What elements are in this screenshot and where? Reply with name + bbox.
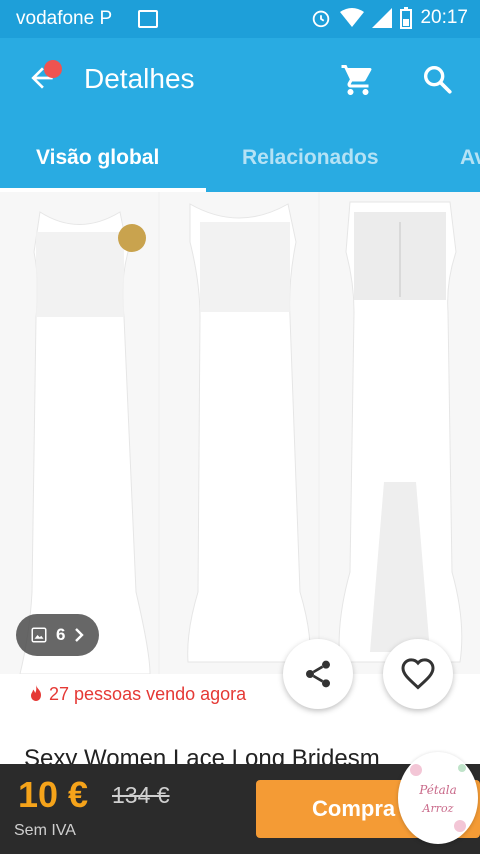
fire-icon <box>31 685 41 701</box>
image-count: 6 <box>56 625 66 644</box>
favorite-button[interactable] <box>383 639 453 709</box>
search-icon <box>423 65 452 94</box>
cart-button[interactable] <box>340 62 380 102</box>
battery-icon <box>400 7 413 29</box>
buy-button-label: Compra <box>312 796 396 821</box>
heart-outline-icon <box>401 658 435 690</box>
product-photo-back <box>320 192 480 674</box>
watermark-logo: Pétala Arroz <box>398 752 478 844</box>
clock: 20:17 <box>420 7 468 28</box>
alarm-icon <box>313 10 330 28</box>
product-photo-front <box>0 192 158 674</box>
status-icons: 20:17 <box>310 7 468 29</box>
product-image-gallery[interactable]: 6 <box>0 192 480 674</box>
image-icon <box>31 627 47 643</box>
viewers-notice: 27 pessoas vendo agora <box>28 682 278 706</box>
tab-bar: Visão global Relacionados Av <box>0 124 480 192</box>
status-bar: vodafone P 20:17 <box>0 0 480 38</box>
share-icon <box>306 660 330 688</box>
original-price: 134 € <box>112 782 170 808</box>
tab-reviews[interactable]: Av <box>460 146 480 170</box>
carrier-name: vodafone P <box>16 8 113 29</box>
app-bar: Detalhes <box>0 38 480 124</box>
tab-related[interactable]: Relacionados <box>242 146 379 170</box>
chevron-right-icon <box>75 628 85 642</box>
tab-overview[interactable]: Visão global <box>36 146 159 170</box>
vat-note: Sem IVA <box>14 822 76 839</box>
signal-icon <box>372 8 393 28</box>
notification-dot <box>44 60 62 78</box>
svg-text:Pétala: Pétala <box>418 783 457 797</box>
share-button[interactable] <box>283 639 353 709</box>
svg-text:Arroz: Arroz <box>422 802 454 815</box>
page-title: Detalhes <box>84 63 195 94</box>
shopping-cart-icon <box>341 65 372 95</box>
viewers-text: 27 pessoas vendo agora <box>49 684 247 704</box>
current-price: 10 € <box>18 774 89 815</box>
image-count-button[interactable]: 6 <box>16 614 100 656</box>
wifi-icon <box>340 8 365 27</box>
product-photo-side <box>160 192 318 674</box>
search-button[interactable] <box>420 62 460 102</box>
gallery-notification-icon <box>138 10 158 28</box>
